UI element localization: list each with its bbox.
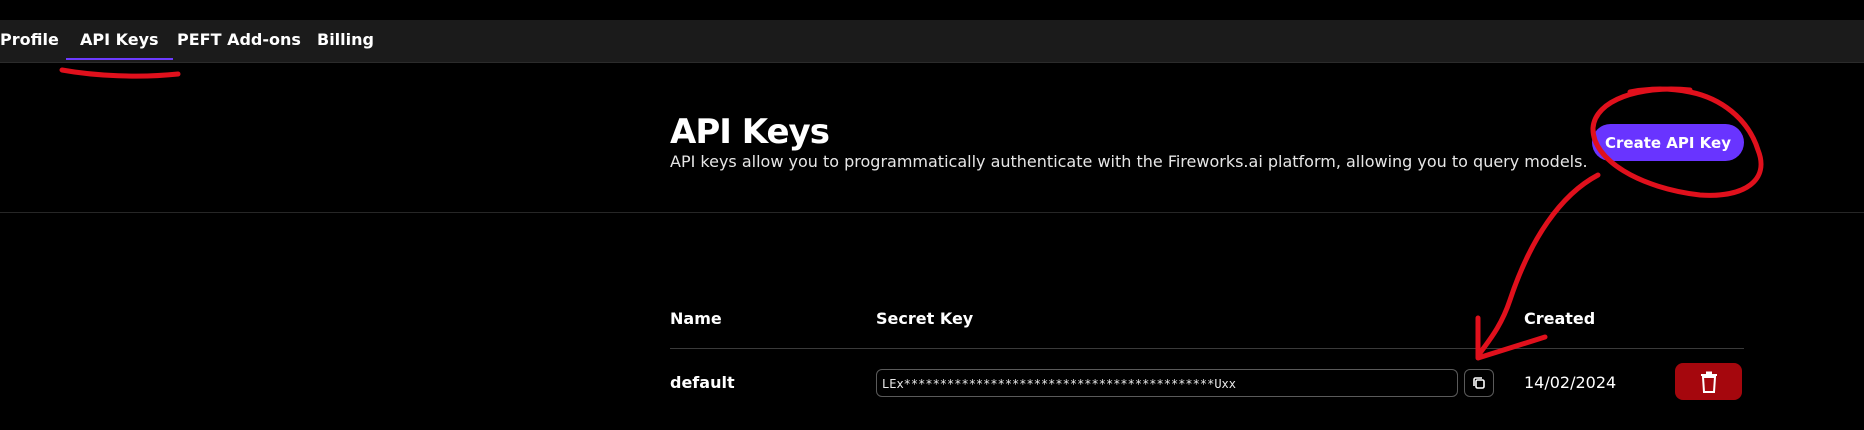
tab-api-keys[interactable]: API Keys (66, 30, 173, 60)
table-header-divider (670, 348, 1744, 349)
column-header-created: Created (1524, 309, 1596, 328)
page: Profile API Keys PEFT Add-ons Billing AP… (0, 0, 1864, 430)
tab-bar: Profile API Keys PEFT Add-ons Billing (0, 20, 1864, 63)
copy-icon (1473, 377, 1485, 389)
key-name: default (670, 373, 735, 392)
annotation-marks (59, 67, 1764, 361)
trash-icon (1700, 371, 1717, 393)
tab-peft-add-ons[interactable]: PEFT Add-ons (177, 30, 301, 49)
top-bar (0, 0, 1864, 21)
arrow-annotation (1475, 172, 1601, 359)
create-api-key-button[interactable]: Create API Key (1592, 124, 1744, 161)
delete-key-button[interactable] (1675, 363, 1742, 400)
created-date: 14/02/2024 (1524, 373, 1617, 392)
copy-key-button[interactable] (1464, 369, 1494, 397)
tab-billing[interactable]: Billing (317, 30, 374, 49)
underline-annotation (59, 67, 181, 79)
page-title: API Keys (670, 112, 830, 152)
tab-profile[interactable]: Profile (0, 30, 59, 49)
secret-key-field[interactable]: LEx*************************************… (876, 369, 1458, 397)
section-divider (0, 212, 1864, 213)
column-header-name: Name (670, 309, 722, 328)
page-description: API keys allow you to programmatically a… (670, 152, 1588, 171)
column-header-secret-key: Secret Key (876, 309, 974, 328)
